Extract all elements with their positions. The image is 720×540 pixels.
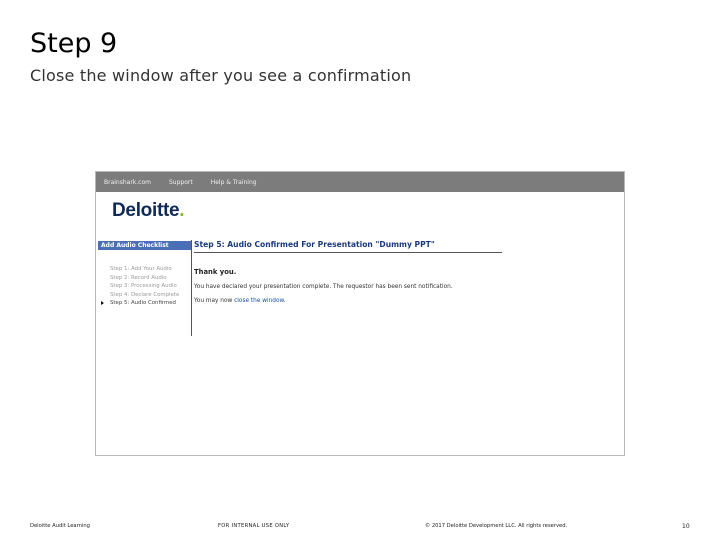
checklist-item-step-2: Step 2: Record Audio <box>110 274 167 281</box>
page-number: 10 <box>682 523 690 530</box>
nav-link-help-training[interactable]: Help & Training <box>211 179 257 186</box>
step-title: Step 5: Audio Confirmed For Presentation… <box>194 240 502 253</box>
completion-message: You have declared your presentation comp… <box>194 284 453 290</box>
close-instruction: You may now close the window. <box>194 298 286 304</box>
footer-center: FOR INTERNAL USE ONLY <box>218 523 290 529</box>
current-step-arrow-icon <box>101 301 104 305</box>
add-audio-checklist: Add Audio Checklist Step 1: Add Your Aud… <box>98 241 191 308</box>
nav-link-support[interactable]: Support <box>169 179 193 186</box>
footer-copyright: © 2017 Deloitte Development LLC. All rig… <box>425 523 568 529</box>
checklist-items: Step 1: Add Your Audio Step 2: Record Au… <box>98 265 191 308</box>
confirmation-panel: Step 5: Audio Confirmed For Presentation… <box>194 240 504 304</box>
logo-text: Deloitte <box>112 200 180 221</box>
nav-link-brainshark[interactable]: Brainshark.com <box>104 179 151 186</box>
close-window-link[interactable]: close the window <box>234 298 284 304</box>
checklist-item-step-5: Step 5: Audio Confirmed <box>98 299 191 308</box>
checklist-item-step-3: Step 3: Processing Audio <box>110 283 177 289</box>
checklist-header: Add Audio Checklist <box>98 241 191 250</box>
thank-you-text: Thank you. <box>194 268 237 276</box>
deloitte-logo: Deloitte. <box>112 200 185 222</box>
top-nav-bar: Brainshark.com Support Help & Training <box>96 172 624 192</box>
slide-title: Step 9 <box>30 28 118 59</box>
vertical-divider <box>191 240 192 336</box>
browser-screenshot: Brainshark.com Support Help & Training D… <box>95 171 625 456</box>
logo-dot: . <box>179 200 185 221</box>
slide-subtitle: Close the window after you see a confirm… <box>30 66 412 85</box>
footer-left: Deloitte Audit Learning <box>30 523 90 529</box>
checklist-item-step-4: Step 4: Declare Complete <box>110 291 180 298</box>
checklist-item-step-1: Step 1: Add Your Audio <box>110 266 172 272</box>
